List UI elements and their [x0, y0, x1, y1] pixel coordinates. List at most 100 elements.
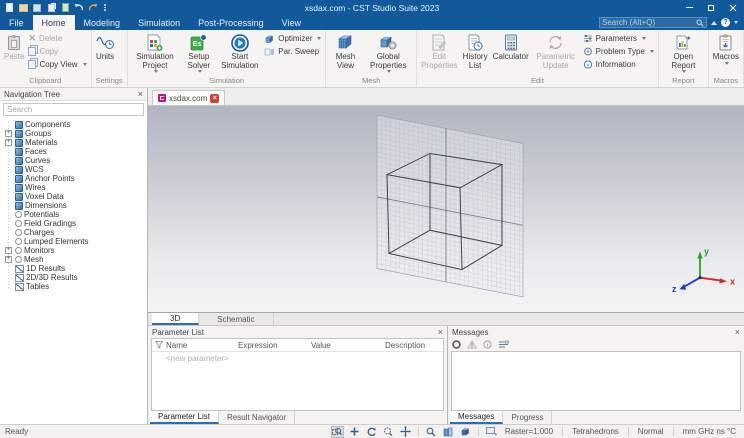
help-icon[interactable]: ? [721, 18, 730, 27]
status-mesh-cells[interactable]: Tetrahedrons [569, 427, 622, 436]
parametric-update-button[interactable]: Parametric Update [531, 31, 581, 77]
errors-filter-icon[interactable] [452, 340, 461, 349]
tab-modeling[interactable]: Modeling [75, 15, 130, 30]
zoom-lasso-tool-icon[interactable] [382, 426, 395, 438]
tree-item-mesh[interactable]: Mesh [4, 255, 147, 264]
close-button[interactable] [722, 0, 744, 15]
tab-home[interactable]: Home [32, 15, 75, 30]
messages-close-icon[interactable]: × [735, 327, 740, 337]
column-name[interactable]: Name [166, 341, 238, 350]
raster-settings-icon[interactable] [485, 426, 498, 438]
status-mode[interactable]: Normal [635, 427, 667, 436]
redo-icon[interactable] [88, 3, 98, 13]
parameters-button[interactable]: Parameters [583, 33, 654, 44]
copy-view-button[interactable]: Copy View [28, 59, 87, 70]
tree-item-anchor-points[interactable]: Anchor Points [4, 174, 147, 183]
copy-icon[interactable] [46, 3, 56, 13]
navigation-tree-close-icon[interactable]: × [138, 89, 143, 99]
document-tab[interactable]: xsdax.com × [152, 90, 226, 105]
rotate-tool-icon[interactable] [365, 426, 378, 438]
zoom-select-tool-icon[interactable] [330, 425, 344, 438]
warnings-filter-icon[interactable] [467, 340, 477, 349]
export-icon[interactable] [60, 3, 70, 13]
history-list-button[interactable]: History List [460, 31, 491, 77]
tab-progress[interactable]: Progress [503, 411, 553, 424]
save-icon[interactable] [32, 3, 42, 13]
tree-item-field-gradings[interactable]: Field Gradings [4, 219, 147, 228]
help-dropdown-icon[interactable] [734, 21, 738, 24]
tree-search-input[interactable] [7, 105, 140, 114]
information-button[interactable]: Information [583, 59, 654, 70]
tab-view[interactable]: View [273, 15, 310, 30]
tree-search-box[interactable] [3, 103, 144, 116]
setup-solver-button[interactable]: Es Setup Solver [180, 31, 217, 77]
new-parameter-row[interactable]: <new parameter> [152, 352, 443, 364]
qat-overflow-icon[interactable] [104, 4, 106, 11]
mesh-view-button[interactable]: Mesh View [328, 31, 362, 77]
collapse-ribbon-icon[interactable] [711, 20, 717, 25]
simulation-project-button[interactable]: Simulation Project [130, 31, 181, 77]
paste-button[interactable]: Paste [2, 31, 26, 77]
expand-icon[interactable] [5, 256, 12, 263]
column-expression[interactable]: Expression [238, 341, 311, 350]
expand-icon[interactable] [5, 247, 12, 254]
tree-item-wires[interactable]: Wires [4, 183, 147, 192]
tab-parameter-list[interactable]: Parameter List [150, 411, 220, 424]
component-view-icon[interactable] [442, 426, 455, 438]
maximize-button[interactable] [700, 0, 722, 15]
expand-icon[interactable] [5, 139, 12, 146]
status-raster[interactable]: Raster=1.000 [502, 427, 556, 436]
copy-button[interactable]: Copy [28, 46, 86, 57]
tree-item-groups[interactable]: Groups [4, 129, 147, 138]
par-sweep-button[interactable]: Par. Sweep [264, 46, 321, 57]
search-input[interactable] [602, 18, 696, 27]
open-file-icon[interactable] [18, 3, 28, 13]
viewport-3d[interactable]: y x z [148, 106, 744, 313]
macros-button[interactable]: Macros [711, 31, 741, 77]
pan-tool-icon[interactable] [399, 426, 412, 438]
document-tab-close-icon[interactable]: × [210, 93, 220, 103]
tree-item-monitors[interactable]: Monitors [4, 246, 147, 255]
tree-item-components[interactable]: Components [4, 120, 147, 129]
tree-item-wcs[interactable]: WCS [4, 165, 147, 174]
tab-simulation[interactable]: Simulation [129, 15, 189, 30]
status-units[interactable]: mm GHz ns °C [680, 427, 739, 436]
tab-schematic[interactable]: Schematic [199, 313, 274, 325]
calculator-button[interactable]: Calculator [491, 31, 531, 77]
move-tool-icon[interactable] [348, 426, 361, 438]
units-button[interactable]: Units [94, 31, 117, 77]
tab-messages[interactable]: Messages [450, 411, 504, 424]
tree-item-curves[interactable]: Curves [4, 156, 147, 165]
new-file-icon[interactable] [4, 3, 14, 13]
tab-file[interactable]: File [0, 15, 33, 30]
message-filter-icon[interactable] [498, 340, 509, 349]
global-properties-button[interactable]: Global Properties [362, 31, 414, 77]
column-value[interactable]: Value [311, 341, 385, 350]
tab-post-processing[interactable]: Post-Processing [189, 15, 273, 30]
start-simulation-button[interactable]: Start Simulation [217, 31, 262, 77]
tree-item-charges[interactable]: Charges [4, 228, 147, 237]
tree-item-potentials[interactable]: Potentials [4, 210, 147, 219]
undo-icon[interactable] [74, 3, 84, 13]
filter-icon[interactable] [155, 341, 163, 349]
zoom-tool-icon[interactable] [425, 426, 438, 438]
problem-type-button[interactable]: Problem Type [583, 46, 654, 57]
info-filter-icon[interactable] [483, 340, 492, 349]
tree-item-faces[interactable]: Faces [4, 147, 147, 156]
minimize-button[interactable] [678, 0, 700, 15]
tree-item-lumped-elements[interactable]: Lumped Elements [4, 237, 147, 246]
tab-3d[interactable]: 3D [152, 313, 200, 325]
optimizer-button[interactable]: Optimizer [264, 33, 322, 44]
tree-item-1d-results[interactable]: 1D Results [4, 264, 147, 273]
ribbon-search[interactable] [599, 17, 707, 28]
edit-properties-button[interactable]: Edit Properties [419, 31, 459, 77]
tree-item-dimensions[interactable]: Dimensions [4, 201, 147, 210]
expand-icon[interactable] [5, 130, 12, 137]
tree-item-tables[interactable]: Tables [4, 282, 147, 291]
column-description[interactable]: Description [385, 341, 443, 350]
bounding-box-icon[interactable] [459, 426, 472, 438]
tree-item-voxel-data[interactable]: Voxel Data [4, 192, 147, 201]
tree-item-2d3d-results[interactable]: 2D/3D Results [4, 273, 147, 282]
tab-result-navigator[interactable]: Result Navigator [219, 411, 296, 424]
delete-button[interactable]: ✕ Delete [28, 33, 86, 44]
